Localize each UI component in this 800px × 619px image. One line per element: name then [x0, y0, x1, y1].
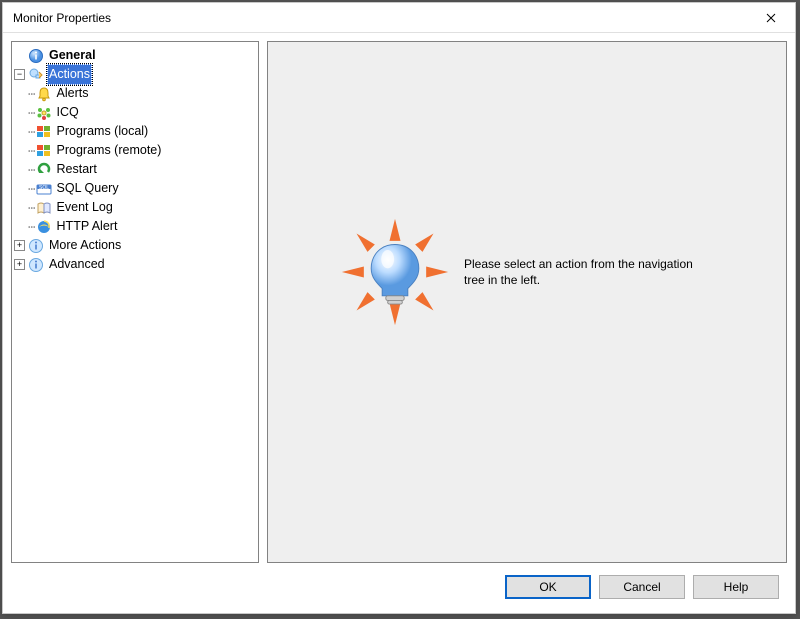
- ok-button[interactable]: OK: [505, 575, 591, 599]
- tree-label-actions: Actions: [47, 64, 92, 85]
- expand-icon[interactable]: +: [14, 259, 25, 270]
- tree-node-restart[interactable]: ⋯ Restart: [14, 160, 256, 179]
- tree-label-restart: Restart: [55, 160, 99, 179]
- content-panel: Please select an action from the navigat…: [267, 41, 787, 563]
- tree-label-programs-remote: Programs (remote): [55, 141, 164, 160]
- tree-label-general: General: [47, 46, 98, 65]
- info-icon: [28, 238, 44, 254]
- windows-icon: [36, 124, 52, 140]
- cancel-button[interactable]: Cancel: [599, 575, 685, 599]
- dialog-window: Monitor Properties: [2, 2, 796, 614]
- tree-label-alerts: Alerts: [55, 84, 91, 103]
- tree-label-more-actions: More Actions: [47, 236, 123, 255]
- ie-icon: [36, 219, 52, 235]
- tree-node-sql-query[interactable]: ⋯ SQL SQL Query: [14, 179, 256, 198]
- info-icon: [28, 48, 44, 64]
- tree-node-actions[interactable]: − Actions: [14, 65, 256, 84]
- tree-label-http-alert: HTTP Alert: [55, 217, 120, 236]
- restart-icon: [36, 162, 52, 178]
- tree-node-event-log[interactable]: ⋯ Event Log: [14, 198, 256, 217]
- action-icon: [28, 67, 44, 83]
- tree-label-advanced: Advanced: [47, 255, 107, 274]
- close-icon: [766, 13, 776, 23]
- tree-node-alerts[interactable]: ⋯ Alerts: [14, 84, 256, 103]
- hint-text: Please select an action from the navigat…: [464, 256, 714, 288]
- tree-node-advanced[interactable]: + Advanced: [14, 255, 256, 274]
- tree-node-programs-local[interactable]: ⋯ Programs (local): [14, 122, 256, 141]
- tree-label-icq: ICQ: [55, 103, 81, 122]
- tree-node-general[interactable]: General: [14, 46, 256, 65]
- tree-node-more-actions[interactable]: + More Actions: [14, 236, 256, 255]
- help-button[interactable]: Help: [693, 575, 779, 599]
- tree-node-programs-remote[interactable]: ⋯ Programs (remote): [14, 141, 256, 160]
- tree-node-icq[interactable]: ⋯ ICQ: [14, 103, 256, 122]
- book-icon: [36, 200, 52, 216]
- collapse-icon[interactable]: −: [14, 69, 25, 80]
- expand-icon[interactable]: +: [14, 240, 25, 251]
- bell-icon: [36, 86, 52, 102]
- windows-icon: [36, 143, 52, 159]
- close-button[interactable]: [751, 5, 791, 31]
- window-title: Monitor Properties: [13, 11, 751, 25]
- tree-label-event-log: Event Log: [55, 198, 115, 217]
- icq-icon: [36, 105, 52, 121]
- hint-row: Please select an action from the navigat…: [330, 217, 724, 327]
- tree-label-programs-local: Programs (local): [55, 122, 151, 141]
- navigation-tree[interactable]: General − Actions ⋯: [14, 46, 256, 274]
- sql-icon: SQL: [36, 181, 52, 197]
- svg-text:SQL: SQL: [39, 185, 49, 191]
- tree-node-http-alert[interactable]: ⋯ HTTP Alert: [14, 217, 256, 236]
- tree-label-sql-query: SQL Query: [55, 179, 121, 198]
- titlebar[interactable]: Monitor Properties: [3, 3, 795, 33]
- lightbulb-icon: [340, 217, 450, 327]
- navigation-tree-panel: General − Actions ⋯: [11, 41, 259, 563]
- button-row: OK Cancel Help: [505, 575, 779, 599]
- info-icon: [28, 257, 44, 273]
- watermark: LO4D.com: [714, 597, 792, 613]
- client-area: General − Actions ⋯: [11, 41, 787, 563]
